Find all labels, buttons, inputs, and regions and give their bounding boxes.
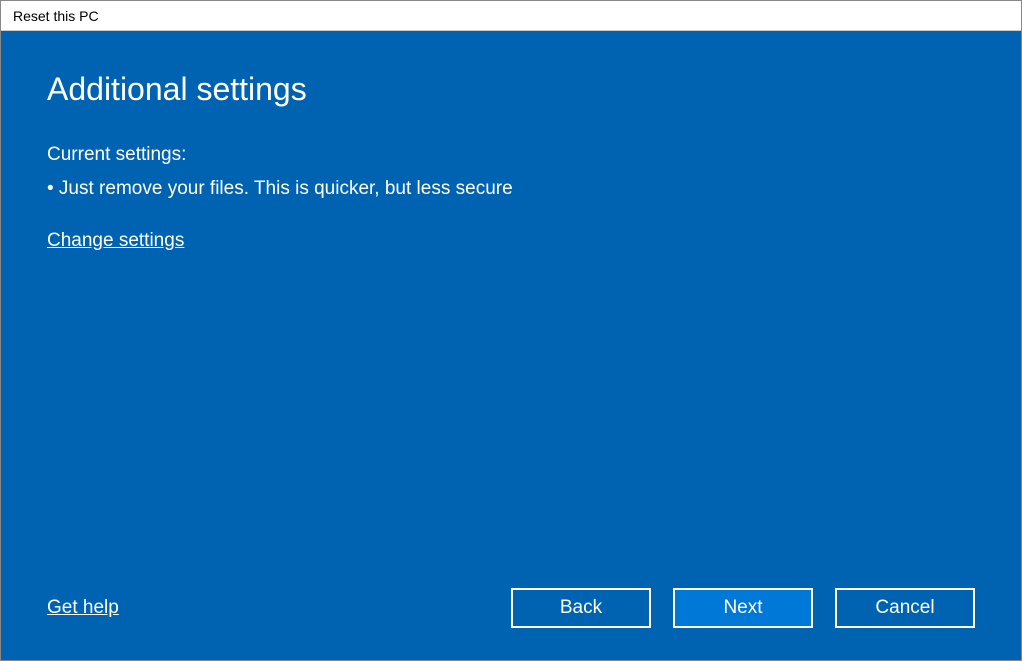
current-settings-label: Current settings:	[47, 144, 975, 166]
dialog-content: Additional settings Current settings: • …	[1, 31, 1021, 660]
back-button[interactable]: Back	[511, 588, 651, 628]
page-title: Additional settings	[47, 71, 975, 108]
cancel-button[interactable]: Cancel	[835, 588, 975, 628]
change-settings-link[interactable]: Change settings	[47, 230, 184, 252]
window-titlebar: Reset this PC	[1, 1, 1021, 31]
window-title: Reset this PC	[13, 8, 99, 24]
button-group: Back Next Cancel	[511, 588, 975, 628]
dialog-footer: Get help Back Next Cancel	[47, 588, 975, 628]
setting-item: • Just remove your files. This is quicke…	[47, 178, 975, 200]
get-help-link[interactable]: Get help	[47, 597, 119, 619]
next-button[interactable]: Next	[673, 588, 813, 628]
